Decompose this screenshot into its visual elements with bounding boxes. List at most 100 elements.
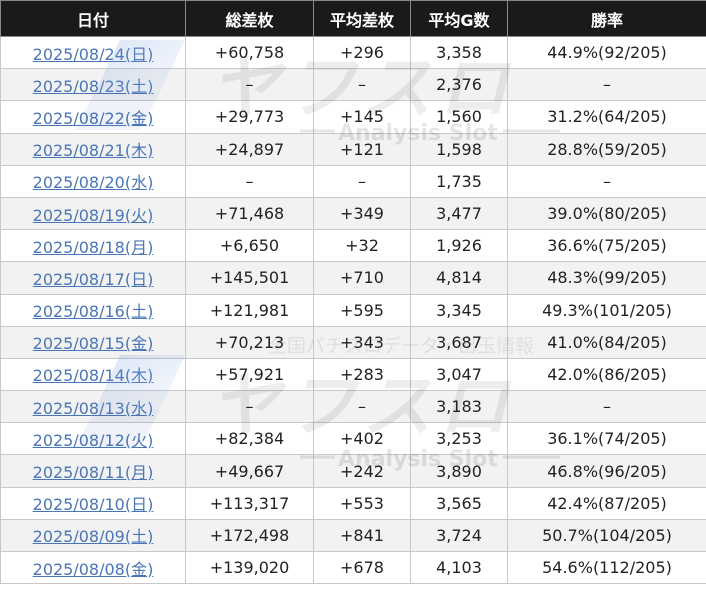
cell-date: 2025/08/18(月) [0, 229, 186, 263]
date-link[interactable]: 2025/08/18(月) [33, 238, 154, 257]
cell-total-diff: +145,501 [185, 261, 314, 295]
cell-win-rate: 42.4%(87/205) [507, 486, 706, 520]
table-row: 2025/08/11(月) +49,667 +242 3,890 46.8%(96/20… [0, 454, 706, 488]
cell-avg-games: 3,345 [410, 293, 508, 327]
date-link[interactable]: 2025/08/13(水) [33, 399, 154, 418]
cell-total-diff: – [185, 68, 314, 102]
header-win-rate: 勝率 [507, 0, 706, 37]
header-date: 日付 [0, 0, 186, 37]
cell-avg-games: 3,253 [410, 422, 508, 456]
table-row: 2025/08/15(金) +70,213 +343 3,687 41.0%(84/20… [0, 325, 706, 359]
cell-avg-diff: +402 [313, 422, 411, 456]
cell-total-diff: +172,498 [185, 518, 314, 553]
table-row: 2025/08/13(水) – –3,183– [0, 390, 706, 424]
date-link[interactable]: 2025/08/23(土) [33, 77, 154, 96]
date-link[interactable]: 2025/08/08(金) [33, 560, 154, 579]
cell-avg-games: 2,376 [410, 68, 508, 102]
cell-total-diff: +70,213 [185, 325, 314, 359]
table-row: 2025/08/09(土) +172,498 +841 3,724 50.7%(104/… [0, 518, 706, 553]
table-header-row: 日付 総差枚 平均差枚 平均G数 勝率 [0, 0, 706, 37]
cell-date: 2025/08/21(木) [0, 132, 186, 166]
cell-avg-diff: +595 [313, 293, 411, 327]
cell-date: 2025/08/20(水) [0, 164, 186, 198]
cell-avg-diff: +32 [313, 229, 411, 263]
table-row: 2025/08/21(木) +24,897 +121 1,598 28.8%(59/20… [0, 132, 706, 166]
cell-avg-games: 3,358 [410, 35, 508, 70]
cell-avg-diff: +283 [313, 357, 411, 392]
cell-total-diff: +6,650 [185, 229, 314, 263]
cell-date: 2025/08/09(土) [0, 518, 186, 553]
cell-total-diff: +71,468 [185, 196, 314, 231]
cell-date: 2025/08/16(土) [0, 293, 186, 327]
cell-date: 2025/08/19(火) [0, 196, 186, 231]
cell-avg-diff: +553 [313, 486, 411, 520]
cell-avg-games: 3,477 [410, 196, 508, 231]
cell-date: 2025/08/24(日) [0, 35, 186, 70]
table-row: 2025/08/19(火) +71,468 +349 3,477 39.0%(80/20… [0, 196, 706, 231]
cell-date: 2025/08/14(木) [0, 357, 186, 392]
cell-date: 2025/08/13(水) [0, 390, 186, 424]
cell-win-rate: 54.6%(112/205) [507, 550, 706, 585]
table-row: 2025/08/08(金) +139,020 +678 4,103 54.6%(112/… [0, 550, 706, 585]
table-row: 2025/08/18(月) +6,650 +32 1,926 36.6%(75/205) [0, 229, 706, 263]
date-link[interactable]: 2025/08/09(土) [33, 527, 154, 546]
date-link[interactable]: 2025/08/20(水) [33, 173, 154, 192]
cell-date: 2025/08/11(月) [0, 454, 186, 488]
table-row: 2025/08/22(金) +29,773 +145 1,560 31.2%(64/20… [0, 100, 706, 134]
cell-avg-games: 1,735 [410, 164, 508, 198]
date-link[interactable]: 2025/08/15(金) [33, 334, 154, 353]
cell-avg-diff: +296 [313, 35, 411, 70]
table-row: 2025/08/14(木) +57,921 +283 3,047 42.0%(86/20… [0, 357, 706, 392]
cell-avg-diff: +841 [313, 518, 411, 553]
table-row: 2025/08/24(日) +60,758 +296 3,358 44.9%(92/20… [0, 35, 706, 70]
date-link[interactable]: 2025/08/21(木) [33, 141, 154, 160]
cell-avg-games: 3,183 [410, 390, 508, 424]
cell-avg-games: 4,814 [410, 261, 508, 295]
cell-win-rate: – [507, 68, 706, 102]
date-link[interactable]: 2025/08/14(木) [33, 366, 154, 385]
cell-total-diff: +49,667 [185, 454, 314, 488]
date-link[interactable]: 2025/08/12(火) [33, 431, 154, 450]
date-link[interactable]: 2025/08/17(日) [33, 270, 154, 289]
cell-avg-diff: +710 [313, 261, 411, 295]
cell-win-rate: – [507, 390, 706, 424]
cell-win-rate: 41.0%(84/205) [507, 325, 706, 359]
cell-date: 2025/08/23(土) [0, 68, 186, 102]
cell-avg-games: 3,890 [410, 454, 508, 488]
data-table-container: 日付 総差枚 平均差枚 平均G数 勝率 2025/08/24(日) +60,758… [0, 0, 706, 594]
cell-total-diff: +121,981 [185, 293, 314, 327]
cell-avg-games: 1,926 [410, 229, 508, 263]
cell-avg-diff: +121 [313, 132, 411, 166]
cell-win-rate: 31.2%(64/205) [507, 100, 706, 134]
cell-date: 2025/08/15(金) [0, 325, 186, 359]
date-link[interactable]: 2025/08/10(日) [33, 495, 154, 514]
cell-date: 2025/08/22(金) [0, 100, 186, 134]
cell-total-diff: +57,921 [185, 357, 314, 392]
date-link[interactable]: 2025/08/19(火) [33, 206, 154, 225]
cell-avg-diff: – [313, 68, 411, 102]
cell-total-diff: +113,317 [185, 486, 314, 520]
cell-avg-games: 3,047 [410, 357, 508, 392]
date-link[interactable]: 2025/08/24(日) [33, 45, 154, 64]
date-link[interactable]: 2025/08/11(月) [33, 463, 154, 482]
date-link[interactable]: 2025/08/16(土) [33, 302, 154, 321]
date-link[interactable]: 2025/08/22(金) [33, 109, 154, 128]
cell-win-rate: 28.8%(59/205) [507, 132, 706, 166]
cell-avg-games: 3,724 [410, 518, 508, 553]
table-row: 2025/08/16(土) +121,981 +595 3,345 49.3%(101/… [0, 293, 706, 327]
cell-avg-diff: – [313, 164, 411, 198]
cell-date: 2025/08/17(日) [0, 261, 186, 295]
cell-win-rate: – [507, 164, 706, 198]
cell-win-rate: 39.0%(80/205) [507, 196, 706, 231]
cell-avg-diff: +349 [313, 196, 411, 231]
cell-avg-diff: +242 [313, 454, 411, 488]
cell-avg-games: 1,560 [410, 100, 508, 134]
daily-results-table: 日付 総差枚 平均差枚 平均G数 勝率 2025/08/24(日) +60,758… [0, 0, 706, 585]
cell-avg-diff: +343 [313, 325, 411, 359]
cell-avg-diff: – [313, 390, 411, 424]
table-row: 2025/08/12(火) +82,384 +402 3,253 36.1%(74/20… [0, 422, 706, 456]
cell-win-rate: 36.6%(75/205) [507, 229, 706, 263]
cell-total-diff: +60,758 [185, 35, 314, 70]
cell-total-diff: – [185, 390, 314, 424]
cell-win-rate: 49.3%(101/205) [507, 293, 706, 327]
